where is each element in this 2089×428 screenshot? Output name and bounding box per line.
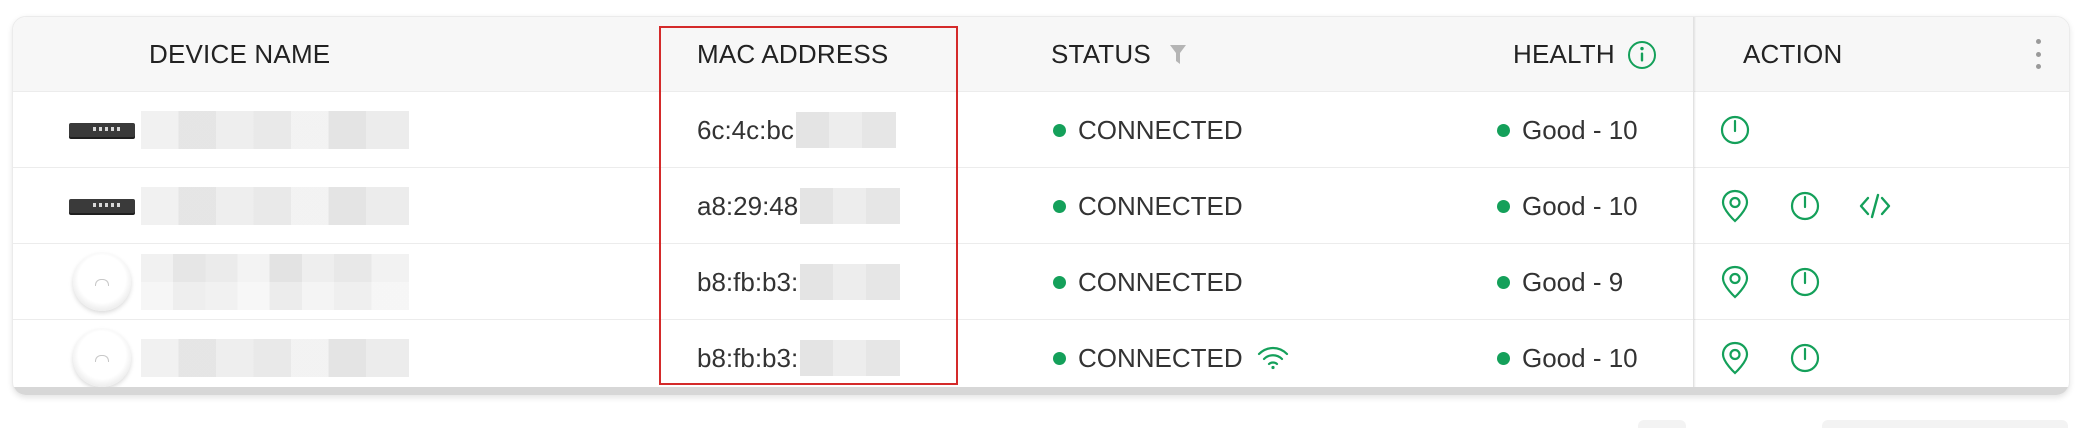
device-name-redacted — [141, 92, 421, 168]
device-name-redacted — [141, 320, 421, 395]
power-icon[interactable] — [1787, 188, 1823, 224]
device-table: DEVICE NAME MAC ADDRESS STATUS HEALTH AC… — [12, 16, 2070, 396]
action-column-divider — [1693, 17, 1696, 395]
power-icon[interactable] — [1717, 112, 1753, 148]
column-status[interactable]: STATUS — [1051, 17, 1187, 92]
health-dot — [1497, 123, 1510, 137]
health-text: Good - 10 — [1522, 342, 1638, 373]
redacted-block — [800, 188, 901, 224]
health-text: Good - 10 — [1522, 190, 1638, 221]
locate-icon[interactable] — [1717, 340, 1753, 376]
status-dot — [1053, 351, 1066, 365]
column-status-label: STATUS — [1051, 39, 1151, 69]
device-thumbnail — [57, 244, 147, 320]
status-dot — [1053, 199, 1066, 213]
redacted-block — [141, 187, 409, 225]
column-health[interactable]: HEALTH — [1513, 17, 1657, 92]
wifi-icon — [1257, 346, 1289, 370]
mac-address-text: b8:fb:b3: — [697, 266, 799, 297]
mac-address-cell: 6c:4c:bc — [697, 92, 896, 168]
power-icon[interactable] — [1787, 340, 1823, 376]
redacted-block — [141, 254, 409, 310]
device-name-redacted — [141, 244, 421, 320]
device-thumbnail — [57, 168, 147, 244]
filter-icon[interactable] — [1169, 44, 1187, 66]
pagination-control[interactable] — [1638, 420, 1686, 428]
status-text: CONNECTED — [1078, 190, 1243, 221]
access-point-device-icon — [73, 329, 131, 387]
mac-address-cell: b8:fb:b3: — [697, 244, 901, 320]
more-vertical-icon[interactable] — [2033, 39, 2043, 69]
redacted-block — [795, 112, 896, 148]
redacted-block — [800, 340, 901, 376]
access-point-device-icon — [73, 253, 131, 311]
status-text: CONNECTED — [1078, 342, 1243, 373]
mac-address-text: b8:fb:b3: — [697, 342, 799, 373]
health-cell: Good - 10 — [1497, 320, 1638, 395]
locate-icon[interactable] — [1717, 264, 1753, 300]
device-thumbnail — [57, 92, 147, 168]
action-cell — [1717, 168, 1893, 244]
health-text: Good - 10 — [1522, 114, 1638, 145]
column-device-name-label: DEVICE NAME — [149, 39, 331, 69]
status-cell: CONNECTED — [1053, 168, 1243, 244]
table-row[interactable]: b8:fb:b3: CONNECTED Good - 9 — [13, 244, 2069, 320]
status-dot — [1053, 123, 1066, 137]
column-device-name[interactable]: DEVICE NAME — [149, 17, 330, 92]
table-row[interactable]: b8:fb:b3: CONNECTED Good - 10 — [13, 320, 2069, 395]
column-mac-address-label: MAC ADDRESS — [697, 39, 889, 69]
health-text: Good - 9 — [1522, 266, 1624, 297]
mac-address-cell: b8:fb:b3: — [697, 320, 901, 395]
status-cell: CONNECTED — [1053, 244, 1243, 320]
status-dot — [1053, 275, 1066, 289]
device-name-redacted — [141, 168, 421, 244]
device-thumbnail — [57, 320, 147, 395]
health-dot — [1497, 199, 1510, 213]
status-text: CONNECTED — [1078, 114, 1243, 145]
switch-device-icon — [69, 199, 135, 213]
locate-icon[interactable] — [1717, 188, 1753, 224]
switch-device-icon — [69, 123, 135, 137]
page-size-control[interactable] — [1822, 420, 2068, 428]
table-row[interactable]: a8:29:48 CONNECTED Good - 10 — [13, 168, 2069, 244]
action-cell — [1717, 320, 1823, 395]
mac-address-cell: a8:29:48 — [697, 168, 901, 244]
redacted-block — [141, 111, 409, 149]
status-text: CONNECTED — [1078, 266, 1243, 297]
column-health-label: HEALTH — [1513, 39, 1615, 69]
health-cell: Good - 9 — [1497, 244, 1623, 320]
table-row[interactable]: 6c:4c:bc CONNECTED Good - 10 — [13, 92, 2069, 168]
table-header: DEVICE NAME MAC ADDRESS STATUS HEALTH AC… — [13, 17, 2069, 92]
code-icon[interactable] — [1857, 188, 1893, 224]
redacted-block — [141, 339, 409, 377]
column-action: ACTION — [1743, 17, 1842, 92]
health-dot — [1497, 275, 1510, 289]
column-action-label: ACTION — [1743, 39, 1843, 69]
mac-address-text: a8:29:48 — [697, 190, 799, 221]
health-cell: Good - 10 — [1497, 168, 1638, 244]
health-cell: Good - 10 — [1497, 92, 1638, 168]
redacted-block — [800, 264, 901, 300]
column-mac-address[interactable]: MAC ADDRESS — [697, 17, 888, 92]
action-cell — [1717, 92, 1753, 168]
mac-address-text: 6c:4c:bc — [697, 114, 794, 145]
info-icon[interactable] — [1627, 40, 1657, 70]
power-icon[interactable] — [1787, 264, 1823, 300]
action-cell — [1717, 244, 1823, 320]
health-dot — [1497, 351, 1510, 365]
status-cell: CONNECTED — [1053, 92, 1243, 168]
status-cell: CONNECTED — [1053, 320, 1289, 395]
